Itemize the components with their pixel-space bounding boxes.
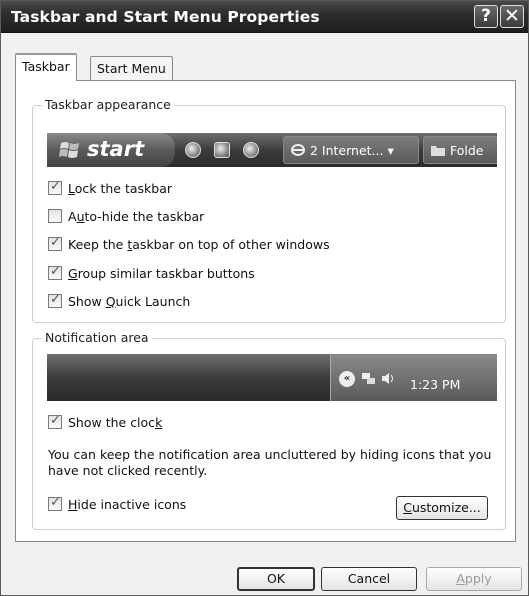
keep-on-top-checkbox[interactable]: Keep the taskbar on top of other windows xyxy=(48,235,330,255)
show-clock-checkbox[interactable]: Show the clock xyxy=(48,413,162,433)
ok-button[interactable]: OK xyxy=(237,567,315,591)
ie-icon xyxy=(291,144,305,156)
network-icon xyxy=(362,373,375,384)
start-button-preview: start xyxy=(47,133,175,167)
window-title: Taskbar and Start Menu Properties xyxy=(11,8,320,26)
taskbar-item-internet: 2 Internet... ▾ xyxy=(283,136,419,164)
checkbox-box xyxy=(48,495,62,511)
chevron-left-icon: « xyxy=(339,371,355,387)
title-bar: Taskbar and Start Menu Properties ? ✕ xyxy=(1,1,528,33)
taskbar-item-arrow: ▾ xyxy=(387,143,394,158)
properties-dialog: Taskbar and Start Menu Properties ? ✕ Ta… xyxy=(0,0,529,596)
media-icon xyxy=(214,142,230,158)
volume-icon xyxy=(382,373,393,384)
customize-button[interactable]: Customize... xyxy=(396,496,488,520)
cancel-button[interactable]: Cancel xyxy=(321,567,417,591)
checkbox-box xyxy=(48,264,62,280)
start-label: start xyxy=(87,137,145,161)
taskbar-item-folder: Folde xyxy=(423,136,497,164)
checkbox-box xyxy=(48,209,62,223)
checkbox-box xyxy=(48,292,62,308)
tab-start-menu[interactable]: Start Menu xyxy=(90,56,173,80)
taskbar-appearance-label: Taskbar appearance xyxy=(42,97,174,112)
windows-flag-icon xyxy=(59,142,79,158)
media-player-icon xyxy=(243,142,259,158)
folder-icon xyxy=(431,146,445,156)
checkbox-box xyxy=(48,235,62,251)
notification-preview: « 1:23 PM xyxy=(47,354,497,401)
apply-button[interactable]: Apply xyxy=(426,567,522,591)
notification-area-label: Notification area xyxy=(42,330,152,345)
lock-taskbar-checkbox[interactable]: Lock the taskbar xyxy=(48,179,172,199)
checkbox-box xyxy=(48,179,62,195)
taskbar-item-internet-label: 2 Internet... xyxy=(310,143,384,158)
group-buttons-checkbox[interactable]: Group similar taskbar buttons xyxy=(48,264,255,284)
close-button[interactable]: ✕ xyxy=(500,5,524,28)
tray-clock: 1:23 PM xyxy=(410,377,461,392)
taskbar-preview: start 2 Internet... ▾ Folde xyxy=(47,133,497,167)
ie-icon xyxy=(185,142,201,158)
quick-launch-checkbox[interactable]: Show Quick Launch xyxy=(48,292,190,312)
hide-inactive-checkbox[interactable]: Hide inactive icons xyxy=(48,495,186,515)
help-button[interactable]: ? xyxy=(474,5,498,28)
taskbar-item-folder-label: Folde xyxy=(450,143,484,158)
tab-taskbar[interactable]: Taskbar xyxy=(15,53,77,81)
notification-description: You can keep the notification area unclu… xyxy=(48,447,492,478)
checkbox-box xyxy=(48,413,62,429)
auto-hide-checkbox[interactable]: Auto-hide the taskbar xyxy=(48,209,204,227)
